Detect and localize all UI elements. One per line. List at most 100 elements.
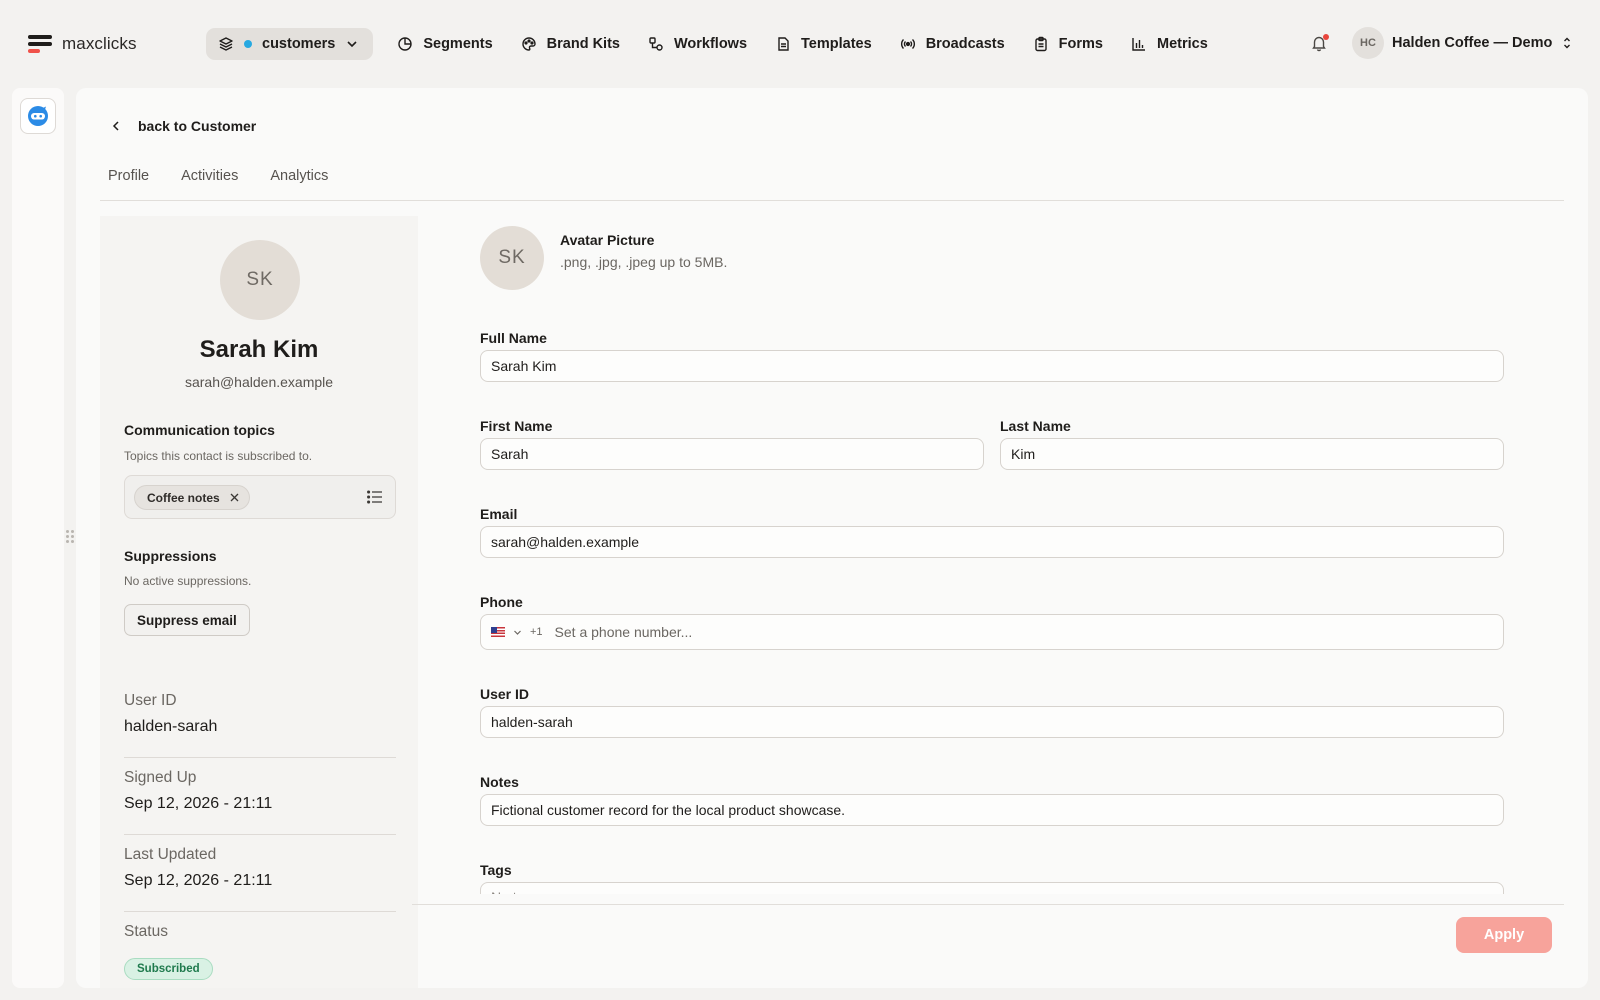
tabs-divider <box>100 200 1564 201</box>
phone-field[interactable]: +1 Set a phone number... <box>480 614 1504 650</box>
notes-label: Notes <box>480 774 519 790</box>
close-icon[interactable] <box>230 493 239 502</box>
chevron-left-icon <box>112 121 119 131</box>
profile-email: sarah@halden.example <box>184 374 334 390</box>
last-name-label: Last Name <box>1000 418 1071 434</box>
meta-label: Signed Up <box>124 769 197 786</box>
left-rail <box>12 88 64 988</box>
app-logo[interactable]: maxclicks <box>28 34 137 54</box>
chevron-down-icon[interactable] <box>513 628 522 637</box>
tags-input[interactable]: No tags <box>480 882 1504 894</box>
logo-text: maxclicks <box>62 34 137 53</box>
notification-badge <box>1323 34 1329 40</box>
first-name-input[interactable]: Sarah <box>480 438 984 470</box>
meta-value: Sep 12, 2026 - 21:11 <box>124 795 273 812</box>
chevron-up-down-icon <box>1564 37 1571 49</box>
main-panel: back to Customer Profile Activities Anal… <box>76 88 1588 988</box>
list-icon[interactable] <box>367 490 383 504</box>
nav-item-label: Brand Kits <box>546 36 620 52</box>
nav-item-metrics[interactable]: Metrics <box>1117 28 1222 60</box>
profile-summary: SK Sarah Kim sarah@halden.example Commun… <box>100 216 418 988</box>
divider <box>124 757 396 758</box>
last-name-input[interactable]: Kim <box>1000 438 1504 470</box>
phone-country-code: +1 <box>530 626 543 638</box>
first-name-label: First Name <box>480 418 553 434</box>
meta-signed-up: Signed Up Sep 12, 2026 - 21:11 <box>124 769 396 813</box>
avatar-hint: .png, .jpg, .jpeg up to 5MB. <box>560 254 728 270</box>
meta-status: Status <box>124 923 396 941</box>
top-bar: maxclicks customers Segments Brand Kits … <box>0 0 1600 88</box>
phone-placeholder: Set a phone number... <box>554 624 693 640</box>
communication-topics-subtitle: Topics this contact is subscribed to. <box>124 449 313 463</box>
suppress-email-button[interactable]: Suppress email <box>124 604 250 636</box>
workspace-status-dot <box>244 40 252 48</box>
notifications-button[interactable] <box>1310 34 1330 54</box>
profile-tabs: Profile Activities Analytics <box>100 168 352 184</box>
nav-item-label: Forms <box>1058 36 1103 52</box>
suppressions-subtitle: No active suppressions. <box>124 574 252 588</box>
palette-icon <box>521 37 536 51</box>
avatar-title: Avatar Picture <box>560 232 655 248</box>
phone-label: Phone <box>480 594 523 610</box>
account-name: Halden Coffee — Demo <box>1392 35 1553 51</box>
nav-item-brand-kits[interactable]: Brand Kits <box>507 28 634 60</box>
nav-item-workflows[interactable]: Workflows <box>634 28 761 60</box>
suppressions-title: Suppressions <box>124 548 217 564</box>
notes-input[interactable]: Fictional customer record for the local … <box>480 794 1504 826</box>
layers-icon <box>219 37 233 51</box>
divider <box>124 911 396 912</box>
tab-activities[interactable]: Activities <box>173 168 246 184</box>
full-name-input[interactable]: Sarah Kim <box>480 350 1504 382</box>
full-name-label: Full Name <box>480 330 547 346</box>
back-to-customer-link[interactable]: back to Customer <box>110 118 256 134</box>
tab-profile[interactable]: Profile <box>100 168 157 184</box>
tab-analytics[interactable]: Analytics <box>262 168 336 184</box>
pie-chart-icon <box>398 37 413 51</box>
profile-form: SK Avatar Picture .png, .jpg, .jpeg up t… <box>480 216 1540 894</box>
meta-value: halden-sarah <box>124 718 218 735</box>
us-flag-icon[interactable] <box>491 627 505 637</box>
logo-mark-icon <box>28 34 52 54</box>
account-avatar: HC <box>1352 27 1384 59</box>
resize-handle[interactable] <box>66 530 74 544</box>
account-switcher[interactable]: HC Halden Coffee — Demo <box>1352 27 1574 59</box>
email-label: Email <box>480 506 518 522</box>
meta-label: User ID <box>124 692 177 709</box>
bot-icon <box>28 106 48 126</box>
meta-label: Last Updated <box>124 846 217 863</box>
status-badge: Subscribed <box>124 958 213 980</box>
communication-topics-title: Communication topics <box>124 422 275 438</box>
nav-item-forms[interactable]: Forms <box>1019 28 1117 60</box>
nav-item-label: Broadcasts <box>925 36 1005 52</box>
meta-last-updated: Last Updated Sep 12, 2026 - 21:11 <box>124 846 396 890</box>
broadcast-icon <box>900 39 915 49</box>
meta-value: Sep 12, 2026 - 21:11 <box>124 872 273 889</box>
back-label: back to Customer <box>138 118 257 134</box>
email-field[interactable]: sarah@halden.example <box>480 526 1504 558</box>
nav-item-templates[interactable]: Templates <box>761 28 886 60</box>
nav-item-label: Workflows <box>673 36 748 52</box>
avatar-upload[interactable]: SK <box>480 226 544 290</box>
nav-item-label: Templates <box>801 36 872 52</box>
main-nav: customers Segments Brand Kits Workflows … <box>206 28 1222 60</box>
nav-item-label: Metrics <box>1157 36 1208 52</box>
user-id-label: User ID <box>480 686 530 702</box>
topic-chip: Coffee notes <box>134 485 250 510</box>
avatar: SK <box>220 240 300 320</box>
topics-select[interactable]: Coffee notes <box>124 475 396 519</box>
bar-chart-icon <box>1132 38 1145 51</box>
apply-button[interactable]: Apply <box>1456 917 1552 953</box>
assistant-bot-button[interactable] <box>20 98 56 134</box>
nav-item-broadcasts[interactable]: Broadcasts <box>886 28 1019 60</box>
workspace-label: customers <box>262 36 336 52</box>
divider <box>124 834 396 835</box>
nav-item-segments[interactable]: Segments <box>383 28 506 60</box>
workspace-switcher[interactable]: customers <box>206 28 374 60</box>
topic-chip-label: Coffee notes <box>147 490 220 505</box>
meta-label: Status <box>124 923 168 940</box>
profile-name: Sarah Kim <box>199 336 319 363</box>
meta-user-id: User ID halden-sarah <box>124 692 396 736</box>
nav-item-label: Segments <box>423 36 493 52</box>
user-id-input[interactable]: halden-sarah <box>480 706 1504 738</box>
workflow-icon <box>649 37 663 51</box>
